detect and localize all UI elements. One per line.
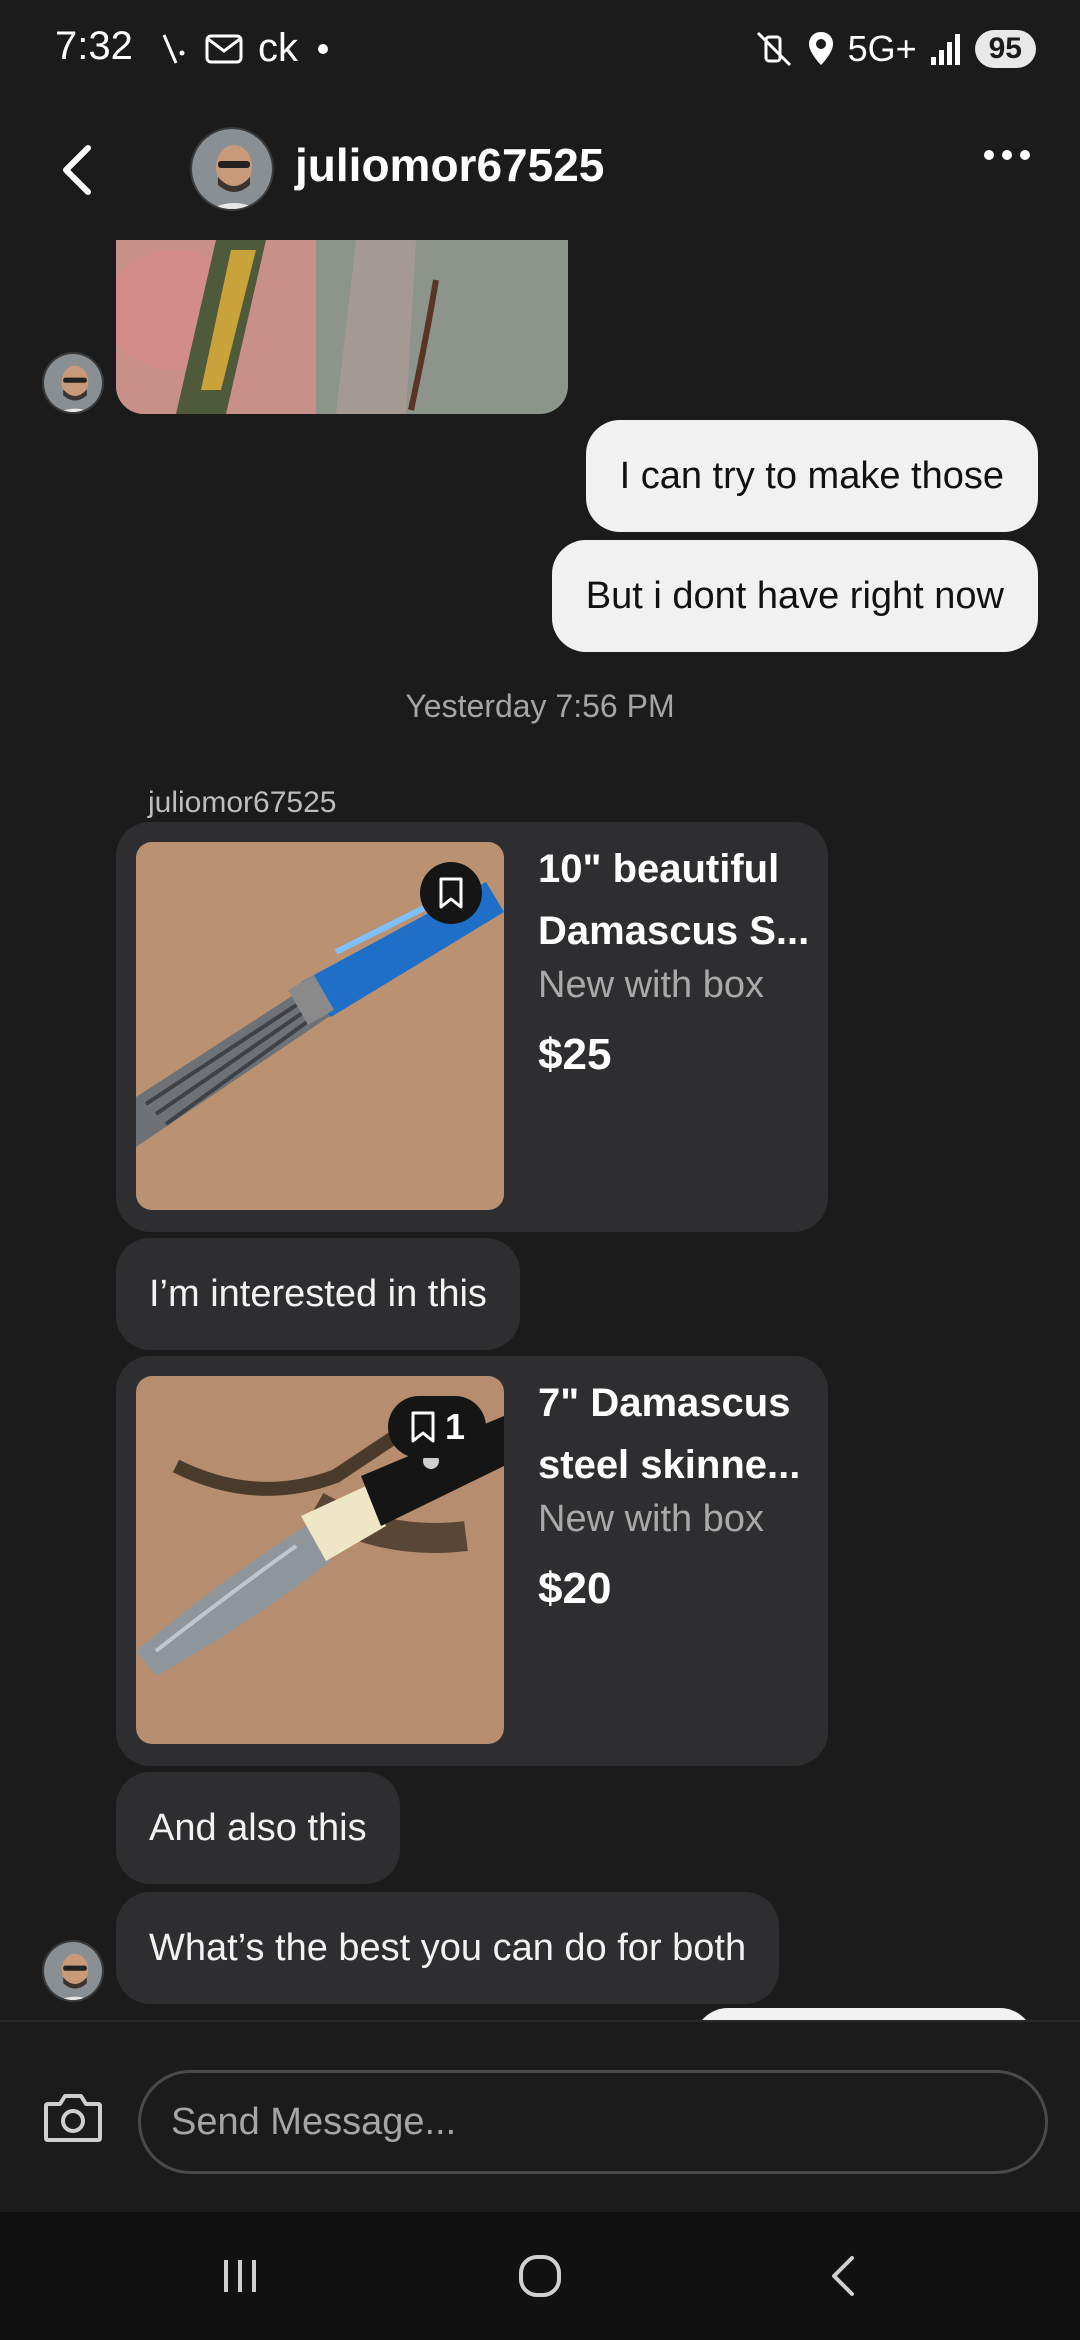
back-arrow-icon: [832, 2256, 854, 2296]
notification-dot: [318, 43, 328, 54]
more-dots-icon: [984, 150, 994, 160]
incoming-message[interactable]: What’s the best you can do for both: [116, 1892, 780, 2004]
camera-button[interactable]: [42, 2090, 104, 2146]
battery-indicator: 95: [974, 30, 1036, 68]
chat-username[interactable]: juliomor67525: [295, 138, 604, 192]
listing-condition: New with box: [538, 964, 764, 1006]
signal-slash-icon: [162, 33, 185, 64]
mute-vibrate-icon: [756, 31, 791, 67]
more-dot: [1020, 150, 1030, 160]
incoming-message[interactable]: I’m interested in this: [116, 1238, 520, 1350]
listing-price: $20: [538, 1564, 612, 1613]
listing-condition: New with box: [538, 1498, 764, 1540]
home-icon: [519, 2255, 561, 2297]
save-listing-button[interactable]: 1: [388, 1396, 486, 1458]
message-input[interactable]: [138, 2070, 1048, 2174]
sender-avatar[interactable]: [42, 1940, 104, 2002]
more-dot: [1002, 150, 1012, 160]
listing-title-line: steel skinne...: [538, 1443, 801, 1487]
save-listing-button[interactable]: [420, 862, 482, 924]
network-type: 5G+: [847, 28, 917, 69]
listing-title: 10" beautiful Damascus S...: [538, 838, 818, 962]
listing-card[interactable]: 10" beautiful Damascus S... New with box…: [116, 822, 828, 1232]
sender-name-label: juliomor67525: [148, 786, 337, 819]
avatar[interactable]: [190, 127, 274, 211]
bookmark-icon: [439, 877, 463, 909]
mail-icon: [205, 34, 243, 63]
chevron-left-icon: [63, 145, 91, 195]
status-right-icons: 5G+ 95: [754, 28, 1036, 70]
conversation-thread[interactable]: I can try to make those But i dont have …: [0, 240, 1080, 2020]
back-button[interactable]: [50, 140, 110, 200]
recent-apps-icon: [224, 2260, 256, 2292]
bookmark-icon: [411, 1411, 435, 1443]
incoming-message[interactable]: And also this: [116, 1772, 400, 1884]
status-bar: 7:32 ck 5G+ 95: [0, 0, 1080, 100]
message-composer: [0, 2020, 1080, 2210]
system-back-button[interactable]: [804, 2246, 884, 2306]
listing-price: $25: [538, 1030, 612, 1079]
message-timestamp: Yesterday 7:56 PM: [405, 688, 675, 724]
outgoing-message[interactable]: But i dont have right now: [551, 540, 1038, 652]
chat-header: juliomor67525: [0, 110, 1080, 230]
home-button[interactable]: [500, 2246, 580, 2306]
listing-title-line: 7" Damascus: [538, 1381, 791, 1425]
save-count: 1: [444, 1406, 466, 1447]
status-app-text: ck: [258, 26, 298, 70]
listing-title-line: Damascus S...: [538, 909, 810, 953]
listing-title-line: 10" beautiful: [538, 847, 780, 891]
camera-icon: [44, 2094, 102, 2142]
shared-photo[interactable]: [116, 240, 568, 414]
user-avatar-image: [44, 354, 102, 412]
signal-strength-icon: [930, 34, 960, 65]
system-navigation-bar: [0, 2212, 1080, 2340]
user-avatar-image: [44, 1942, 102, 2000]
status-left-icons: ck: [160, 26, 328, 71]
sender-avatar[interactable]: [42, 352, 104, 414]
location-icon: [808, 32, 833, 65]
listing-card[interactable]: 1 7" Damascus steel skinne... New with b…: [116, 1356, 828, 1766]
outgoing-message[interactable]: I can try to make those: [585, 420, 1038, 532]
user-avatar-image: [192, 129, 272, 209]
recent-apps-button[interactable]: [200, 2246, 280, 2306]
outgoing-message-partial[interactable]: [694, 2008, 1034, 2020]
more-options-button[interactable]: [984, 150, 1030, 160]
status-time: 7:32: [55, 24, 133, 68]
listing-title: 7" Damascus steel skinne...: [538, 1372, 818, 1496]
knife-handle-photo: [116, 240, 568, 414]
